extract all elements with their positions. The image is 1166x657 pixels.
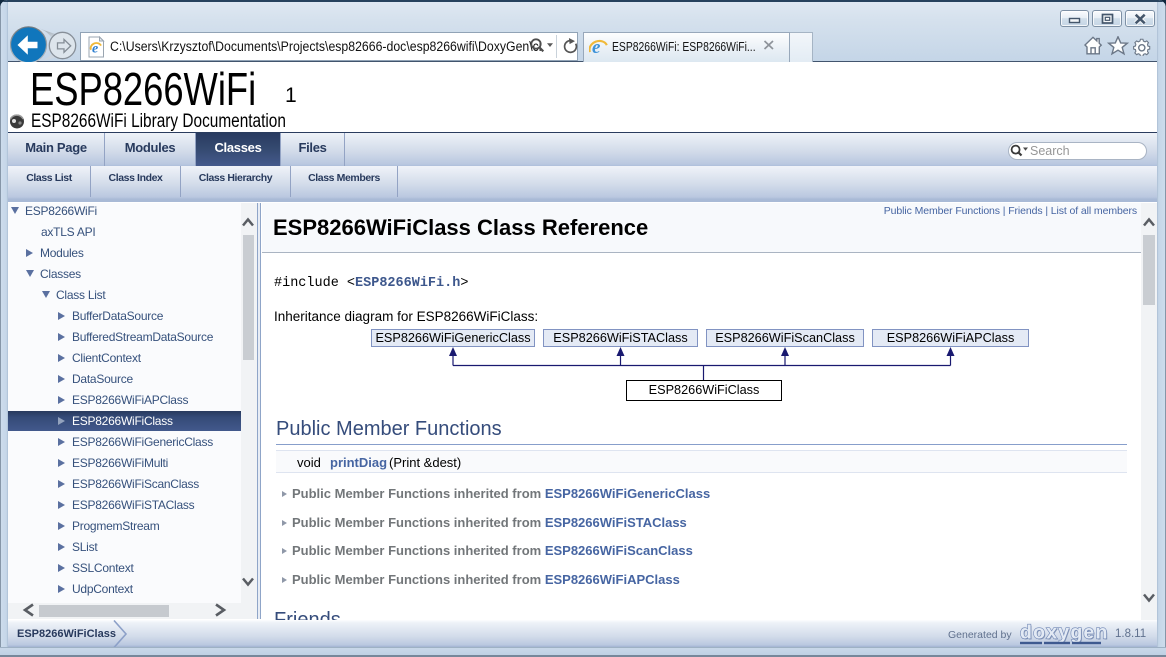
svg-text:doxygen: doxygen [1020, 622, 1109, 644]
